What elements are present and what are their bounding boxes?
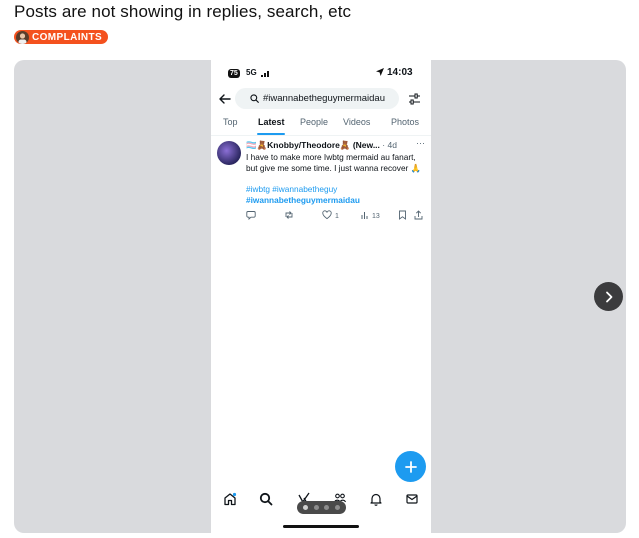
tab-photos[interactable]: Photos <box>391 117 419 127</box>
tweet-author-name[interactable]: 🏳️‍⚧️🧸Knobby/Theodore🧸 (New... <box>246 140 380 150</box>
search-icon <box>250 94 259 103</box>
next-image-button[interactable] <box>594 282 623 311</box>
complaints-tag[interactable]: COMPLAINTS <box>14 30 109 44</box>
more-options-icon[interactable]: ··· <box>416 138 425 148</box>
home-icon[interactable] <box>223 492 237 511</box>
like-count: 1 <box>335 212 339 220</box>
reply-icon[interactable] <box>246 210 256 220</box>
filter-sliders-icon[interactable] <box>408 92 421 110</box>
heart-icon <box>322 210 332 222</box>
notifications-bell-icon[interactable] <box>369 492 383 511</box>
search-tabs: Top Latest People Videos Photos <box>211 115 431 136</box>
location-arrow-icon <box>376 68 384 78</box>
tweet-text: I have to make more Iwbtg mermaid au fan… <box>246 152 421 173</box>
tab-videos[interactable]: Videos <box>343 117 370 127</box>
home-indicator <box>283 525 359 528</box>
hashtag-mermaidau[interactable]: #iwannabetheguymermaidau <box>246 195 428 206</box>
gallery-pagination-dots[interactable] <box>297 501 346 514</box>
nav-search-icon[interactable] <box>259 492 273 511</box>
tweet-timestamp: · 4d <box>382 140 397 150</box>
chevron-right-icon <box>605 291 612 302</box>
tag-label: COMPLAINTS <box>32 31 103 43</box>
status-bar: 75 5G 14:03 <box>211 60 431 85</box>
back-arrow-icon[interactable] <box>218 92 232 106</box>
phone-screenshot: 75 5G 14:03 #iwannabetheguymermaidau Top… <box>211 60 431 533</box>
search-query: #iwannabetheguymermaidau <box>263 93 385 104</box>
tab-latest[interactable]: Latest <box>258 117 285 127</box>
like-button[interactable]: 1 <box>322 210 339 222</box>
compose-button[interactable] <box>395 451 426 482</box>
tweet-actions: 1 13 <box>246 210 428 222</box>
clock: 14:03 <box>387 67 413 78</box>
views-chart-icon <box>360 210 370 222</box>
bookmark-icon[interactable] <box>398 210 407 220</box>
author-avatar <box>16 30 29 44</box>
tab-people[interactable]: People <box>300 117 328 127</box>
tweet-author-avatar[interactable] <box>217 141 241 165</box>
signal-icon <box>261 69 271 79</box>
plus-icon <box>404 460 417 473</box>
battery-indicator: 75 <box>228 69 240 78</box>
tab-top[interactable]: Top <box>223 117 238 127</box>
messages-envelope-icon[interactable] <box>405 492 419 511</box>
post-title: Posts are not showing in replies, search… <box>14 2 352 21</box>
views-button[interactable]: 13 <box>360 210 380 222</box>
network-label: 5G <box>246 68 257 77</box>
views-count: 13 <box>372 212 380 220</box>
hashtags-line[interactable]: #iwbtg #iwannabetheguy <box>246 184 428 195</box>
retweet-icon[interactable] <box>284 210 294 220</box>
share-icon[interactable] <box>414 210 423 220</box>
active-tab-indicator <box>257 133 285 135</box>
search-input[interactable]: #iwannabetheguymermaidau <box>235 88 399 109</box>
